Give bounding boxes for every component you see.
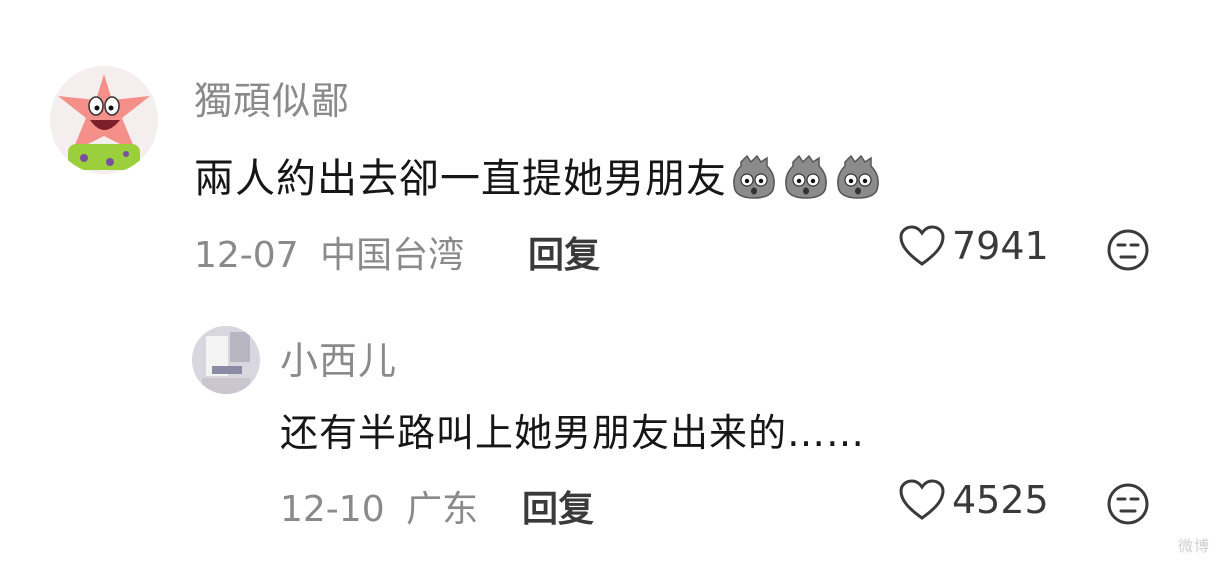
comment-2: 小西儿 还有半路叫上她男朋友出来的…… 12-10 广东 回复 4525	[0, 0, 1224, 566]
comment-text: 还有半路叫上她男朋友出来的……	[280, 411, 866, 455]
comment-username[interactable]: 小西儿	[280, 330, 397, 385]
comment-meta: 12-10 广东	[280, 480, 478, 532]
like-button[interactable]: 4525	[898, 478, 1049, 522]
dislike-button[interactable]	[1106, 482, 1150, 530]
like-count: 4525	[952, 478, 1049, 522]
comment-date: 12-10	[280, 489, 385, 530]
user-photo-avatar-image	[192, 326, 260, 394]
reply-button[interactable]: 回复	[522, 480, 594, 532]
watermark: 微博	[1177, 537, 1210, 555]
neutral-face-icon	[1107, 483, 1149, 525]
heart-icon	[899, 479, 945, 520]
comment-location: 广东	[406, 489, 479, 530]
avatar[interactable]	[192, 326, 260, 394]
